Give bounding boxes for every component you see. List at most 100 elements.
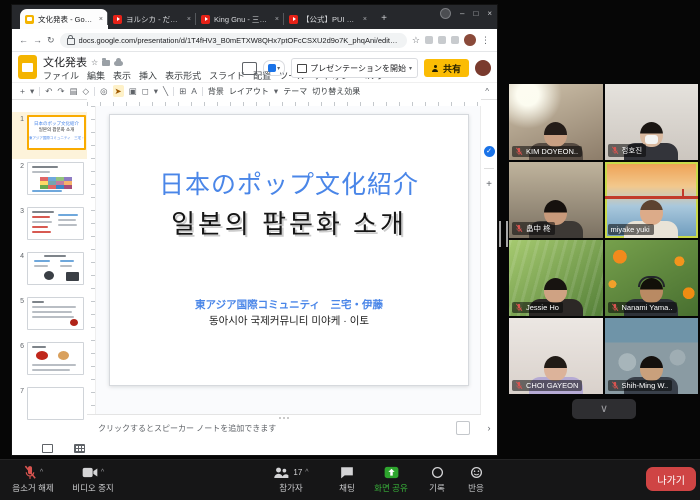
- slide-thumbnail-1[interactable]: 1 日本のポップ文化紹介 일본의 팝문화 소개 東アジア国際コミュニティ 三宅・…: [12, 112, 87, 159]
- text-box-icon[interactable]: ▣: [129, 85, 137, 97]
- insert-line-icon[interactable]: ╲: [163, 85, 168, 97]
- layout-dropdown-icon[interactable]: ▾: [274, 85, 278, 97]
- background-button[interactable]: 背景: [208, 86, 224, 97]
- share-button[interactable]: 共有: [424, 59, 469, 77]
- google-slides-logo[interactable]: [18, 55, 37, 79]
- participant-tile[interactable]: 畠中 柊: [509, 162, 603, 238]
- thumbnail-preview[interactable]: [27, 297, 84, 330]
- current-slide[interactable]: 日本のポップ文化紹介 일본의 팝문화 소개 東アジア国際コミュニティ 三宅・伊藤…: [109, 114, 469, 386]
- toolbar-dropdown-icon[interactable]: ▾: [30, 85, 34, 97]
- insert-shape-icon[interactable]: ▾: [154, 85, 158, 97]
- participant-tile[interactable]: Nanami Yama..: [605, 240, 699, 316]
- slide-subtitle-korean[interactable]: 동아시아 국제커뮤니티 미야케 · 이토: [110, 313, 468, 328]
- tasks-icon[interactable]: ✓: [484, 146, 495, 157]
- stop-video-button[interactable]: ^ 비디오 중지: [64, 464, 122, 494]
- back-button[interactable]: ←: [19, 35, 28, 45]
- share-screen-button[interactable]: 화면 공유: [366, 464, 416, 494]
- theme-button[interactable]: テーマ: [283, 86, 307, 97]
- bookmark-star-icon[interactable]: ☆: [412, 35, 420, 46]
- browser-profile-icon[interactable]: [440, 8, 451, 19]
- tab-close-icon[interactable]: ×: [363, 16, 367, 23]
- thumbnail-preview[interactable]: [27, 252, 84, 285]
- speaker-notes-bar[interactable]: クリックするとスピーカー ノートを追加できます: [87, 414, 481, 441]
- menu-insert[interactable]: 挿入: [139, 69, 157, 82]
- menu-view[interactable]: 表示: [113, 69, 131, 82]
- unmute-button[interactable]: ^ 음소거 해제: [2, 464, 64, 494]
- side-panel-expand-icon[interactable]: ›: [488, 423, 491, 433]
- slide-thumbnail-7[interactable]: 7: [12, 384, 87, 429]
- move-folder-icon[interactable]: [102, 60, 110, 66]
- insert-image-icon[interactable]: ◻: [142, 85, 149, 97]
- menu-file[interactable]: ファイル: [43, 69, 79, 82]
- reactions-button[interactable]: 반응: [456, 464, 496, 494]
- speaker-notes-placeholder[interactable]: クリックするとスピーカー ノートを追加できます: [98, 423, 276, 434]
- menu-edit[interactable]: 編集: [87, 69, 105, 82]
- tab-close-icon[interactable]: ×: [187, 16, 191, 23]
- slide-thumbnail-5[interactable]: 5: [12, 294, 87, 339]
- participants-options-caret[interactable]: ^: [305, 469, 308, 476]
- account-avatar[interactable]: [475, 60, 491, 76]
- slide-title-korean[interactable]: 일본의 팝문화 소개: [110, 204, 468, 241]
- thumbnail-preview[interactable]: [27, 387, 84, 420]
- thumbnail-preview[interactable]: [27, 207, 84, 240]
- star-document-icon[interactable]: ☆: [91, 58, 98, 67]
- notes-options-button[interactable]: [456, 421, 470, 435]
- select-tool-icon[interactable]: ➤: [113, 85, 124, 97]
- get-addons-icon[interactable]: +: [486, 180, 492, 190]
- browser-tab-youtube-2[interactable]: King Gnu - 三文小説 - YouTube ×: [196, 9, 284, 29]
- browser-tab-slides[interactable]: 文化発表 - Google スライド ×: [20, 9, 108, 29]
- document-title[interactable]: 文化発表: [43, 54, 87, 70]
- slide-thumbnail-4[interactable]: 4: [12, 249, 87, 294]
- maximize-button[interactable]: □: [473, 9, 478, 18]
- menu-format[interactable]: 表示形式: [165, 69, 201, 82]
- notes-drag-handle-icon[interactable]: [278, 417, 291, 419]
- redo-icon[interactable]: ↷: [57, 85, 64, 97]
- browser-tab-youtube-3[interactable]: 【公式】PUI PUI モルカー 第1話... ×: [284, 9, 372, 29]
- browser-tab-youtube-1[interactable]: ヨルシカ - だから僕は音楽を辞めた... ×: [108, 9, 196, 29]
- filmstrip-view-icon[interactable]: [42, 444, 53, 453]
- transition-button[interactable]: 切り替え効果: [312, 86, 360, 97]
- reload-button[interactable]: ↻: [47, 35, 55, 46]
- text-format-icon[interactable]: A: [191, 85, 197, 97]
- start-presentation-button[interactable]: プレゼンテーションを開始 ▾: [291, 58, 418, 78]
- slide-title-japanese[interactable]: 日本のポップ文化紹介: [110, 165, 468, 201]
- browser-menu-icon[interactable]: ⋮: [481, 35, 490, 46]
- print-icon[interactable]: ▤: [70, 85, 78, 97]
- audio-options-caret[interactable]: ^: [40, 469, 43, 476]
- zoom-icon[interactable]: ◎: [100, 85, 107, 97]
- record-button[interactable]: 기록: [420, 464, 454, 494]
- close-button[interactable]: ×: [487, 9, 492, 18]
- thumbnail-preview[interactable]: [27, 162, 84, 195]
- browser-avatar[interactable]: [464, 34, 476, 46]
- slide-thumbnail-3[interactable]: 3: [12, 204, 87, 249]
- participants-button[interactable]: 17 ^ 참가자: [260, 464, 322, 494]
- paint-format-icon[interactable]: ◇: [83, 85, 90, 97]
- leave-button[interactable]: 나가기: [646, 467, 696, 491]
- participant-tile[interactable]: Shih-Ming W..: [605, 318, 699, 394]
- participant-tile[interactable]: 정호진: [605, 84, 699, 160]
- extension-icon[interactable]: [438, 36, 446, 44]
- meet-present-button[interactable]: ▾: [263, 60, 285, 76]
- url-input[interactable]: docs.google.com/presentation/d/1T4fHV3_B…: [60, 33, 407, 48]
- participant-tile-active-speaker[interactable]: miyake yuki: [605, 162, 699, 238]
- tab-close-icon[interactable]: ×: [99, 16, 103, 23]
- forward-button[interactable]: →: [33, 35, 42, 45]
- toolbar-collapse-icon[interactable]: ^: [485, 87, 489, 96]
- chat-button[interactable]: 채팅: [328, 464, 366, 494]
- slide-thumbnail-2[interactable]: 2: [12, 159, 87, 204]
- slide-subtitle-japanese[interactable]: 東アジア国際コミュニティ 三宅・伊藤: [110, 297, 468, 312]
- tab-close-icon[interactable]: ×: [275, 16, 279, 23]
- undo-icon[interactable]: ↶: [45, 85, 52, 97]
- extension-icon[interactable]: [425, 36, 433, 44]
- panel-resize-handle[interactable]: [499, 221, 508, 247]
- new-slide-icon[interactable]: +: [20, 85, 25, 97]
- new-tab-button[interactable]: +: [377, 12, 391, 26]
- participant-tile[interactable]: CHOI GAYEON: [509, 318, 603, 394]
- insert-table-icon[interactable]: ⊞: [179, 85, 186, 97]
- participant-tile[interactable]: Jessie Ho: [509, 240, 603, 316]
- grid-view-icon[interactable]: [74, 444, 85, 453]
- comment-history-icon[interactable]: [242, 62, 257, 75]
- slide-thumbnail-6[interactable]: 6: [12, 339, 87, 384]
- thumbnail-preview[interactable]: [27, 342, 84, 375]
- thumbnail-preview[interactable]: 日本のポップ文化紹介 일본의 팝문화 소개 東アジア国際コミュニティ 三宅・伊藤: [27, 115, 86, 150]
